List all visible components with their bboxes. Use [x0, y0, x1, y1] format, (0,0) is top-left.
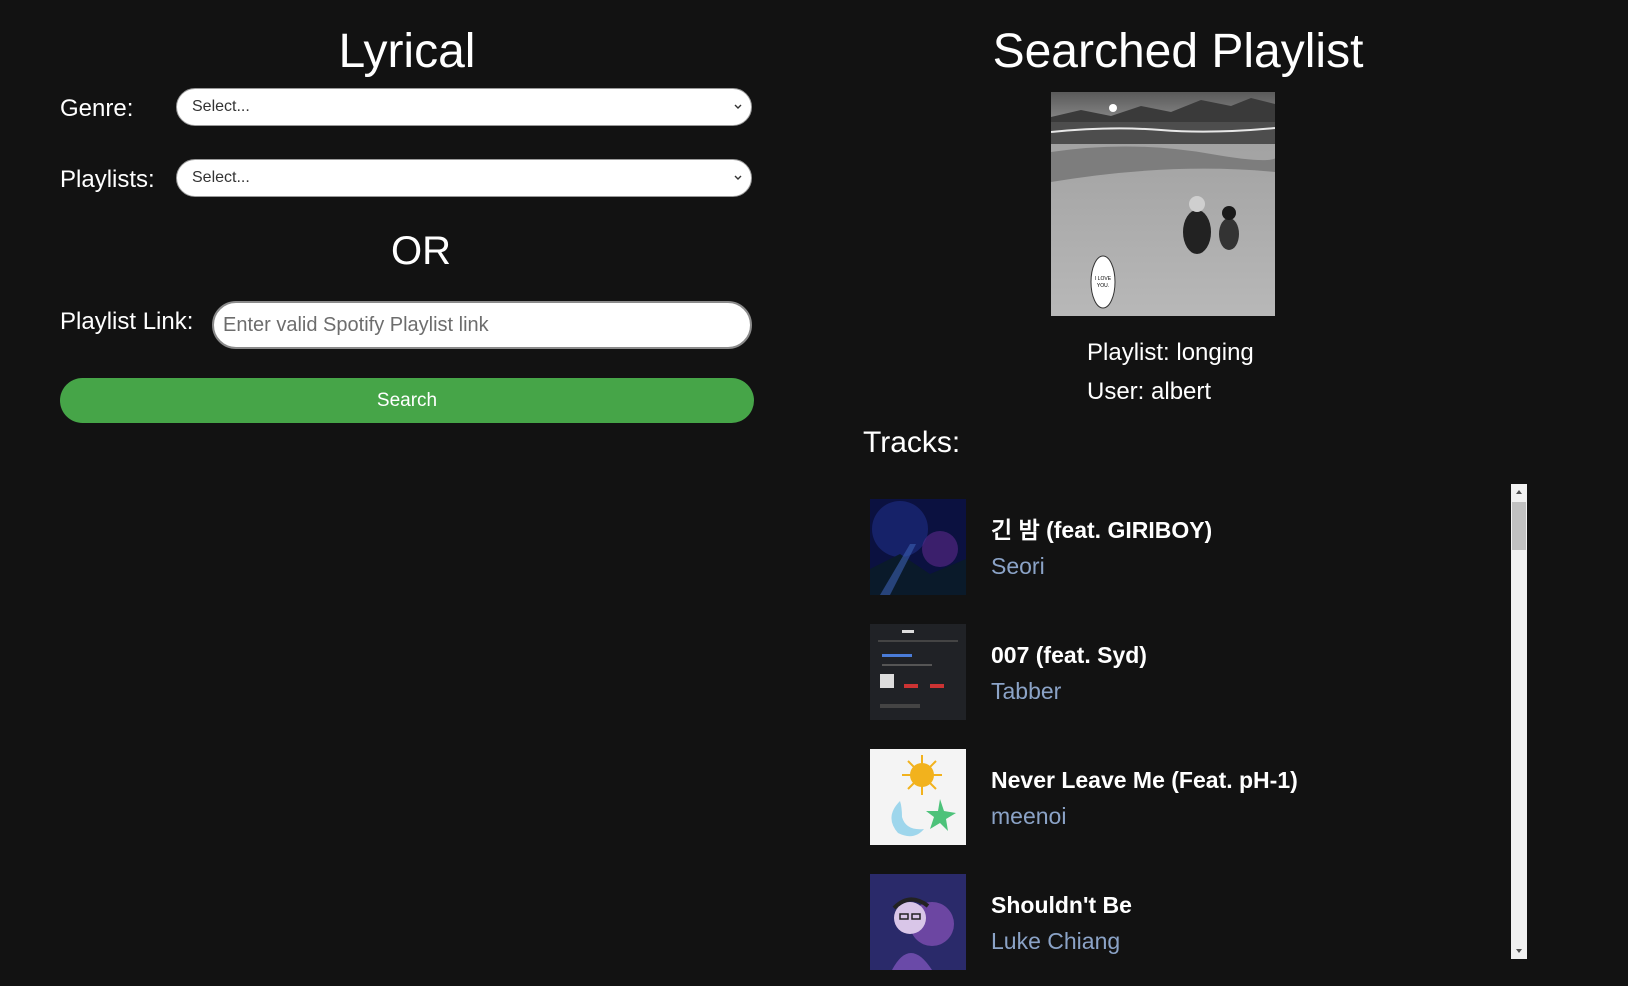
track-item[interactable]: 긴 밤 (feat. GIRIBOY) Seori: [870, 499, 1510, 595]
track-title: Never Leave Me (Feat. pH-1): [991, 767, 1298, 793]
track-artist[interactable]: Tabber: [991, 677, 1061, 705]
track-item[interactable]: 007 (feat. Syd) Tabber: [870, 624, 1510, 720]
track-title: 007 (feat. Syd): [991, 642, 1147, 668]
track-album-art: [870, 624, 966, 720]
playlists-label: Playlists:: [60, 166, 155, 193]
playlist-name: Playlist: longing: [1087, 339, 1254, 366]
page: Lyrical Genre: Select... Playlists: Sele…: [0, 0, 1628, 986]
scrollbar-thumb[interactable]: [1512, 502, 1526, 550]
playlist-link-input[interactable]: [212, 301, 752, 349]
playlists-select[interactable]: Select...: [176, 159, 752, 197]
triangle-up-icon[interactable]: [1511, 484, 1527, 500]
track-title: 긴 밤 (feat. GIRIBOY): [991, 517, 1213, 543]
genre-select-value: Select...: [192, 98, 250, 115]
app-title: Lyrical: [338, 25, 476, 78]
track-album-art: [870, 749, 966, 845]
track-item[interactable]: Never Leave Me (Feat. pH-1) meenoi: [870, 749, 1510, 845]
playlists-select-value: Select...: [192, 169, 250, 186]
genre-select[interactable]: Select...: [176, 88, 752, 126]
playlist-user: User: albert: [1087, 378, 1212, 405]
playlist-link-label: Playlist Link:: [60, 308, 194, 335]
track-artist[interactable]: Seori: [991, 552, 1045, 580]
svg-text:YOU.: YOU.: [1097, 283, 1109, 289]
svg-text:I LOVE: I LOVE: [1095, 276, 1112, 282]
track-artist[interactable]: meenoi: [991, 802, 1066, 830]
track-album-art: [870, 874, 966, 970]
triangle-down-icon[interactable]: [1511, 943, 1527, 959]
or-divider: OR: [391, 229, 451, 273]
track-title: Shouldn't Be: [991, 892, 1132, 918]
track-album-art: [870, 499, 966, 595]
tracks-label: Tracks:: [863, 426, 961, 459]
track-list-scrollbar[interactable]: [1511, 484, 1527, 959]
chevron-down-icon: [734, 104, 742, 109]
genre-label: Genre:: [60, 95, 134, 122]
track-artist[interactable]: Luke Chiang: [991, 927, 1120, 955]
chevron-down-icon: [734, 175, 742, 180]
playlist-heading: Searched Playlist: [992, 25, 1364, 78]
playlist-cover-image: I LOVE YOU.: [1051, 92, 1275, 316]
track-item[interactable]: Shouldn't Be Luke Chiang: [870, 874, 1510, 970]
search-button[interactable]: Search: [60, 378, 754, 423]
